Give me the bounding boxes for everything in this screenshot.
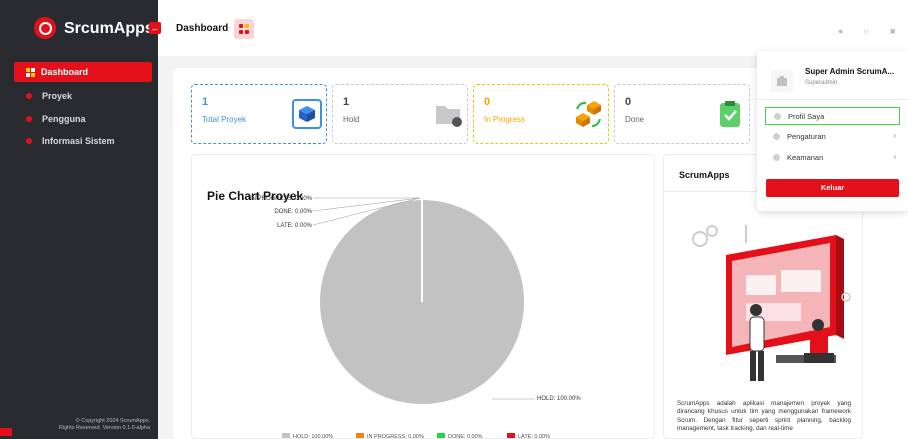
about-description: ScrumApps adalah aplikasi manajemen proy… xyxy=(677,400,851,433)
user-icon xyxy=(774,112,781,120)
stat-hold[interactable]: 1 Hold xyxy=(332,84,468,144)
stat-value: 0 xyxy=(484,96,491,108)
stat-label: Hold xyxy=(343,115,360,124)
legend-swatch xyxy=(437,433,445,438)
legend-swatch xyxy=(507,433,515,438)
menu-item-keamanan[interactable]: Keamanan › xyxy=(765,148,900,166)
copyright-text: © Copyright 2024 ScrumApps. xyxy=(75,418,150,424)
divider xyxy=(757,99,908,100)
pengguna-icon xyxy=(26,116,32,122)
user-role: Superadmin xyxy=(805,80,838,86)
illustration-image xyxy=(692,225,851,381)
user-avatar-icon xyxy=(771,70,793,92)
clipboard-check-icon xyxy=(715,99,745,129)
brand[interactable]: SrcumApps xyxy=(0,0,158,56)
sidebar-item-proyek[interactable]: Proyek xyxy=(14,86,152,106)
settings-icon xyxy=(773,132,780,140)
avatar-icon[interactable]: ■ xyxy=(890,26,895,36)
legend-label: LATE: 0.00% xyxy=(518,434,550,438)
legend-label: IN PROGRESS: 0.00% xyxy=(367,434,424,438)
footer-logo-icon xyxy=(0,428,12,436)
pie-chart: Pie Chart ProyekIN PROGRESS: 0.00%DONE: … xyxy=(207,189,581,439)
stat-done[interactable]: 0 Done xyxy=(614,84,750,144)
sidebar-toggle-button[interactable]: ← xyxy=(149,22,161,34)
sidebar-item-label: Pengguna xyxy=(42,114,86,124)
version-text: Rights Reserved. Version 0.1.0-alpha xyxy=(58,425,150,431)
bell-icon[interactable]: ● xyxy=(838,26,843,36)
stat-label: Total Proyek xyxy=(202,115,247,124)
legend-swatch xyxy=(282,433,290,438)
theme-sun-icon[interactable]: ☼ xyxy=(862,26,870,36)
about-title: ScrumApps xyxy=(679,170,730,180)
sidebar-item-label: Dashboard xyxy=(41,67,89,77)
menu-item-label: Pengaturan xyxy=(787,131,826,141)
menu-item-profil-saya[interactable]: Profil Saya xyxy=(765,107,900,125)
logout-button[interactable]: Keluar xyxy=(766,179,899,197)
page-title: Dashboard xyxy=(176,23,229,34)
cube-icon xyxy=(292,99,322,129)
dashboard-icon xyxy=(26,67,35,77)
slice-label: IN PROGRESS: 0.00% xyxy=(250,196,313,202)
sidebar-footer: © Copyright 2024 ScrumApps. Rights Reser… xyxy=(20,418,158,432)
stat-value: 0 xyxy=(625,96,632,108)
topbar: Dashboard ● ☼ ■ xyxy=(158,0,908,56)
menu-item-label: Keamanan xyxy=(787,152,824,162)
app-name: SrcumApps xyxy=(64,20,154,37)
sidebar-item-dashboard[interactable]: Dashboard xyxy=(14,62,152,82)
sidebar-item-label: Proyek xyxy=(42,91,73,101)
menu-item-label: Profil Saya xyxy=(788,111,825,121)
stat-total-proyek[interactable]: 1 Total Proyek xyxy=(191,84,327,144)
legend-label: HOLD: 100.00% xyxy=(293,434,333,438)
security-icon xyxy=(773,153,780,161)
profile-dropdown: Super Admin ScrumA... Superadmin Profil … xyxy=(757,51,908,211)
stat-value: 1 xyxy=(343,96,350,108)
info-icon xyxy=(26,138,32,144)
chevron-right-icon: › xyxy=(893,131,896,140)
slice-label: HOLD: 100.00% xyxy=(537,396,581,402)
stat-in-progress[interactable]: 0 In Progress xyxy=(473,84,609,144)
chart-panel: Pie Chart Proyek IN PROGRESS: 0.00% DONE: … xyxy=(191,154,655,439)
stat-value: 1 xyxy=(202,96,209,108)
folder-icon xyxy=(433,99,463,129)
slice-label: LATE: 0.00% xyxy=(277,223,313,229)
stat-label: In Progress xyxy=(484,115,525,124)
chevron-right-icon: › xyxy=(893,152,896,161)
legend-label: DONE: 0.00% xyxy=(448,434,483,438)
app-logo-icon xyxy=(34,17,56,39)
slice-label: DONE: 0.00% xyxy=(274,209,312,215)
dashboard-badge-icon xyxy=(234,19,254,39)
proyek-icon xyxy=(26,93,32,99)
sidebar-item-informasi-sistem[interactable]: Informasi Sistem xyxy=(14,131,152,151)
sidebar-item-pengguna[interactable]: Pengguna xyxy=(14,109,152,129)
sidebar-item-label: Informasi Sistem xyxy=(42,136,115,146)
menu-item-pengaturan[interactable]: Pengaturan › xyxy=(765,127,900,145)
sidebar: SrcumApps Dashboard Proyek Pengguna Info… xyxy=(0,0,158,439)
cubes-progress-icon xyxy=(574,99,604,129)
user-name: Super Admin ScrumA... xyxy=(805,67,895,76)
legend-swatch xyxy=(356,433,364,438)
stat-label: Done xyxy=(625,115,645,124)
